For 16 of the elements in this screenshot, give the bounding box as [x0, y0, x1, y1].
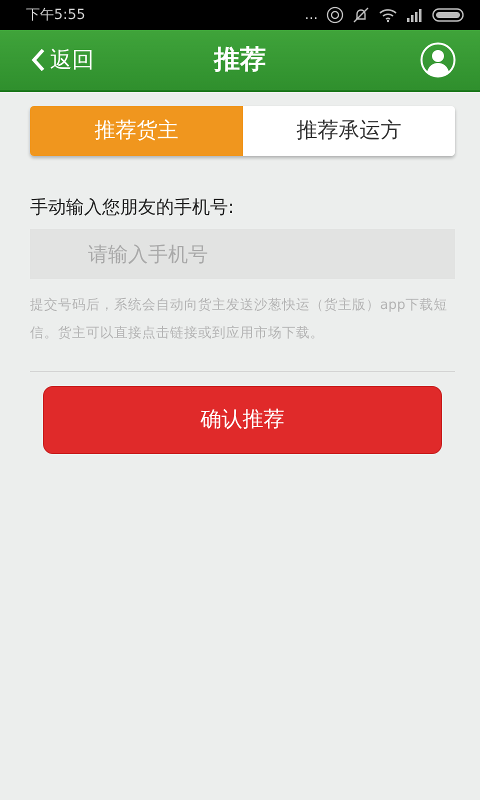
status-dots: ...	[304, 6, 318, 24]
mute-icon	[352, 6, 370, 24]
back-button[interactable]: 返回	[30, 44, 94, 76]
confirm-button[interactable]: 确认推荐	[43, 386, 442, 454]
hint-text: 提交号码后，系统会自动向货主发送沙葱快运（货主版）app下载短信。货主可以直接点击链接或到应用市场下载。	[30, 296, 448, 343]
field-label: 手动输入您朋友的手机号:	[30, 196, 236, 220]
status-time: 下午5:55	[26, 6, 86, 24]
page-title: 推荐	[214, 44, 266, 76]
phone-input-field[interactable]: 请输入手机号	[30, 229, 455, 279]
signal-icon	[406, 7, 424, 23]
chevron-left-icon	[30, 48, 46, 72]
user-avatar-icon[interactable]	[420, 42, 456, 78]
battery-icon	[432, 7, 464, 23]
sync-icon	[326, 6, 344, 24]
tab[interactable]: 推荐承运方	[242, 106, 455, 156]
wifi-icon	[378, 7, 398, 23]
